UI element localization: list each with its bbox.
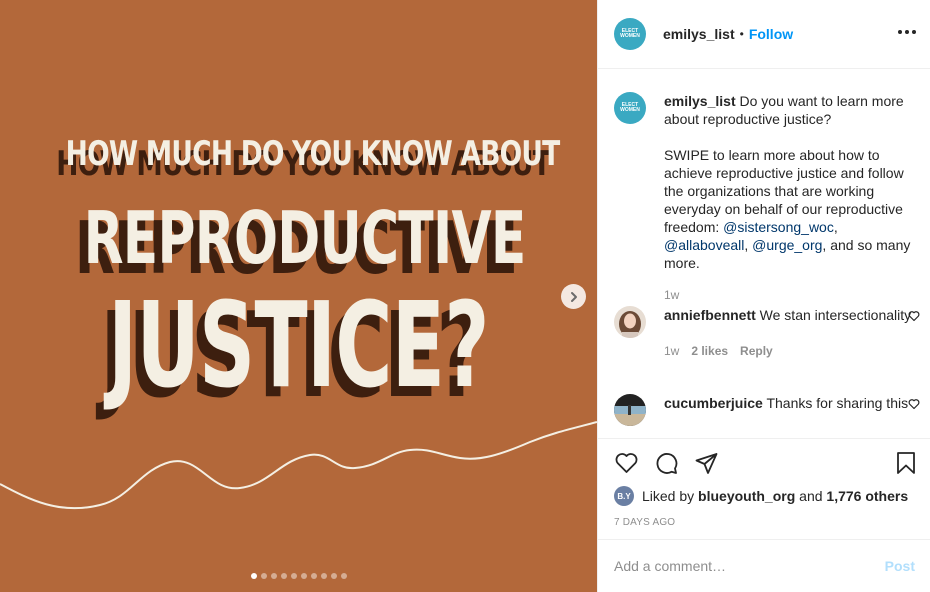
caption-time[interactable]: 1w [664, 286, 679, 304]
post-button[interactable]: Post [885, 558, 915, 574]
carousel-dot [260, 573, 267, 579]
caption-avatar[interactable]: ELECT WOMEN [614, 92, 646, 124]
caption-username[interactable]: emilys_list [664, 93, 736, 109]
carousel-dots [0, 573, 597, 579]
carousel-dot [320, 573, 327, 579]
heart-icon[interactable] [908, 398, 920, 410]
carousel-dot [310, 573, 317, 579]
more-dots-icon[interactable] [898, 26, 916, 38]
chevron-right-icon [570, 291, 577, 302]
heart-icon[interactable] [614, 451, 639, 475]
post-side-panel: ELECT WOMEN emilys_list • Follow ELECT W… [597, 0, 930, 592]
comment-item: cucumberjuice Thanks for sharing this [614, 394, 920, 426]
comment-likes[interactable]: 2 likes [691, 342, 728, 360]
headline-line-1: HOW MUCH DO YOU KNOW ABOUT HOW MUCH DO Y… [56, 134, 560, 184]
post-date[interactable]: 7 DAYS AGO [614, 517, 675, 528]
reply-button[interactable]: Reply [740, 342, 773, 360]
comment-input[interactable] [614, 558, 885, 574]
avatar[interactable]: ELECT WOMEN [614, 18, 646, 50]
liked-user[interactable]: blueyouth_org [698, 488, 795, 504]
carousel-dot [300, 573, 307, 579]
header-username[interactable]: emilys_list [663, 26, 735, 42]
comment-text: We stan intersectionality [759, 307, 912, 323]
avatar[interactable] [614, 306, 646, 338]
mention-link[interactable]: @sistersong_woc [723, 219, 834, 235]
action-icons [614, 451, 918, 477]
comment-meta: 1w 2 likes Reply [664, 342, 920, 360]
bookmark-icon[interactable] [894, 451, 918, 475]
comment-icon[interactable] [654, 451, 679, 475]
comment-body: anniefbennett We stan intersectionality … [664, 306, 920, 360]
post-media[interactable]: HOW MUCH DO YOU KNOW ABOUT HOW MUCH DO Y… [0, 0, 597, 592]
carousel-dot [250, 573, 257, 579]
headline-line-3-text: JUSTICE? [108, 276, 489, 414]
avatar[interactable] [614, 394, 646, 426]
comment-username[interactable]: cucumberjuice [664, 395, 763, 411]
mention-link[interactable]: @allaboveall [664, 237, 744, 253]
carousel-dot [270, 573, 277, 579]
carousel-next-button[interactable] [561, 284, 586, 309]
comment-username[interactable]: anniefbennett [664, 307, 756, 323]
comment-text: Thanks for sharing this [766, 395, 909, 411]
paper-plane-icon[interactable] [694, 451, 719, 475]
liked-others[interactable]: 1,776 others [826, 488, 908, 504]
caption-comma: , [833, 219, 838, 235]
headline-line-1-text: HOW MUCH DO YOU KNOW ABOUT [65, 134, 561, 174]
carousel-dot [330, 573, 337, 579]
liked-by: B.Y Liked by blueyouth_org and 1,776 oth… [614, 486, 908, 506]
headline-line-3: JUSTICE? JUSTICE? [100, 286, 495, 414]
caption-comma: , [744, 237, 749, 253]
heart-icon[interactable] [908, 310, 920, 322]
caption-body: emilys_list Do you want to learn more ab… [664, 92, 920, 304]
post-header: ELECT WOMEN emilys_list • Follow [598, 0, 930, 69]
carousel-dot [340, 573, 347, 579]
follow-button[interactable]: Follow [749, 26, 793, 42]
liked-and: and [799, 488, 823, 504]
caption-meta: 1w [664, 286, 920, 304]
comment-item: anniefbennett We stan intersectionality … [614, 306, 920, 360]
comments-list: ELECT WOMEN emilys_list Do you want to l… [598, 70, 930, 438]
mention-link[interactable]: @urge_org [752, 237, 822, 253]
headline-line-2: REPRODUCTIVE REPRODUCTIVE [75, 196, 526, 290]
header-separator: • [739, 27, 744, 41]
carousel-dot [290, 573, 297, 579]
headline-line-2-text: REPRODUCTIVE [83, 196, 527, 280]
post-actions: B.Y Liked by blueyouth_org and 1,776 oth… [598, 438, 930, 539]
carousel-dot [280, 573, 287, 579]
avatar[interactable]: B.Y [614, 486, 634, 506]
comment-time[interactable]: 1w [664, 342, 679, 360]
caption: ELECT WOMEN emilys_list Do you want to l… [614, 92, 920, 304]
comment-body: cucumberjuice Thanks for sharing this [664, 394, 920, 426]
liked-prefix: Liked by [642, 488, 695, 504]
add-comment-bar: Post [598, 539, 930, 592]
